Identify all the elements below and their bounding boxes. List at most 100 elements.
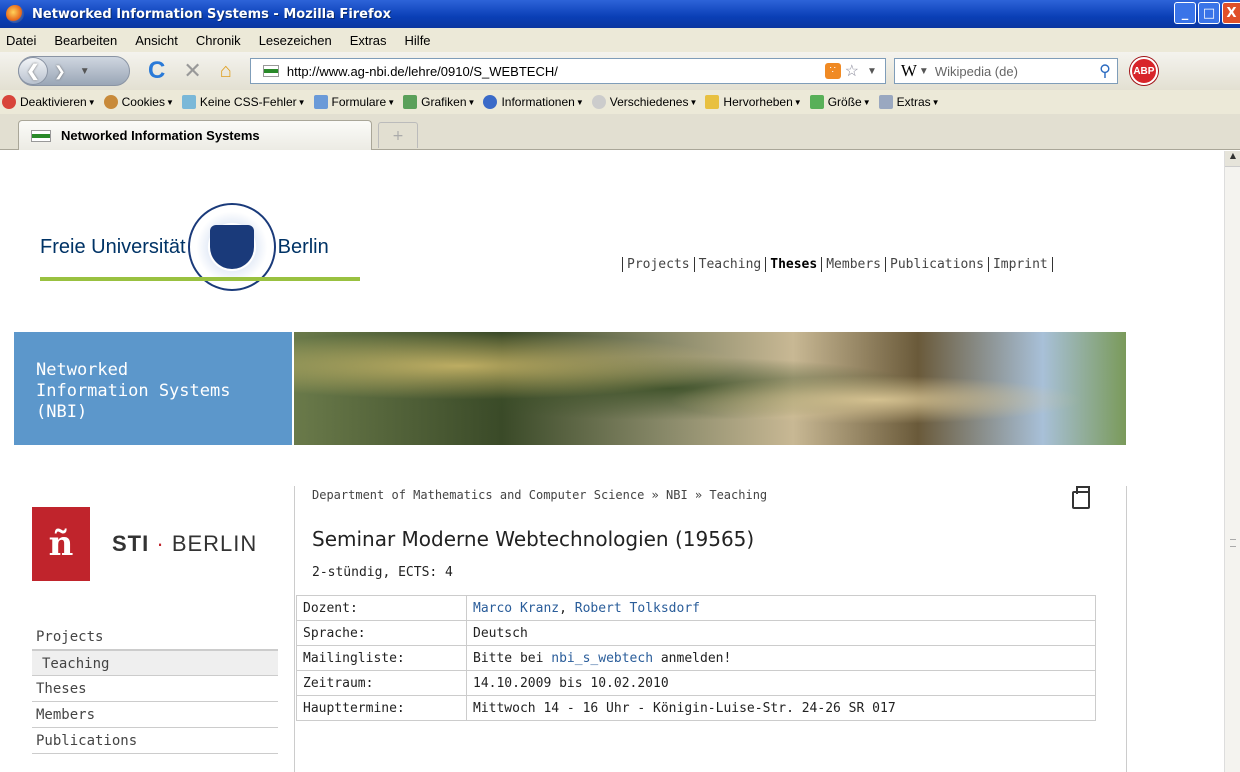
group-name-line-2: Information Systems <box>36 381 231 401</box>
tab-bar: Networked Information Systems + <box>0 114 1240 150</box>
menu-hilfe[interactable]: Hilfe <box>405 33 431 48</box>
search-box[interactable]: W ▼ Wikipedia (de) ⚲ <box>893 58 1118 84</box>
devbar-informationen[interactable]: Informationen ▼ <box>483 95 584 109</box>
url-input[interactable]: http://www.ag-nbi.de/lehre/0910/S_WEBTEC… <box>287 64 825 79</box>
close-button[interactable]: X <box>1222 2 1240 24</box>
css-icon <box>181 95 196 109</box>
row-key: Mailingliste: <box>296 645 467 671</box>
sidenav-item-projects[interactable]: Projects <box>32 624 278 650</box>
devbar-verschiedenes[interactable]: Verschiedenes ▼ <box>591 95 698 109</box>
minimize-button[interactable]: _ <box>1174 2 1196 24</box>
scroll-up-icon[interactable]: ▲ <box>1225 151 1240 167</box>
search-icon[interactable]: ⚲ <box>1099 61 1111 81</box>
back-forward-group: ❮ ❯ ▼ <box>18 56 130 86</box>
devbar-deaktivieren[interactable]: Deaktivieren ▼ <box>2 95 96 109</box>
devbar-cookies[interactable]: Cookies ▼ <box>103 95 174 109</box>
stop-icon[interactable]: ✕ <box>183 58 201 84</box>
menu-datei[interactable]: Datei <box>6 33 36 48</box>
scrollbar-grip[interactable] <box>1230 539 1236 547</box>
vertical-scrollbar[interactable]: ▲ <box>1224 151 1240 772</box>
sidenav-item-theses[interactable]: Theses <box>32 676 278 702</box>
mailinglist-link[interactable]: nbi_s_webtech <box>551 651 653 666</box>
search-engine-dropdown-icon[interactable]: ▼ <box>919 66 929 77</box>
site-favicon-icon <box>31 129 51 142</box>
menu-extras[interactable]: Extras <box>350 33 387 48</box>
table-row: Dozent: Marco Kranz, Robert Tolksdorf <box>296 595 1096 621</box>
table-row: Sprache: Deutsch <box>296 620 1096 646</box>
sti-logo-mark-icon: ñ <box>32 507 90 581</box>
devbar-grafiken[interactable]: Grafiken ▼ <box>403 95 475 109</box>
window-controls: _ □ X <box>1174 2 1240 24</box>
search-engine-icon[interactable]: W <box>901 61 917 81</box>
rss-feed-icon[interactable]: ∵ <box>824 63 841 79</box>
firefox-icon <box>6 5 24 23</box>
miscellaneous-icon <box>591 95 606 109</box>
chevron-down-icon: ▼ <box>689 97 698 107</box>
table-row: Mailingliste: Bitte bei nbi_s_webtech an… <box>296 645 1096 671</box>
devbar-formulare[interactable]: Formulare ▼ <box>313 95 396 109</box>
topnav-teaching[interactable]: Teaching <box>693 257 766 272</box>
topnav-imprint[interactable]: Imprint <box>987 257 1053 272</box>
tab-networked-information-systems[interactable]: Networked Information Systems <box>18 120 372 150</box>
bookmark-star-icon[interactable]: ☆ <box>845 61 859 81</box>
row-key: Zeitraum: <box>296 670 467 696</box>
highlight-pen-icon <box>705 95 720 109</box>
devbar-css[interactable]: Keine CSS-Fehler ▼ <box>181 95 306 109</box>
window-titlebar: Networked Information Systems - Mozilla … <box>0 0 1240 28</box>
chevron-down-icon: ▼ <box>87 97 96 107</box>
menu-ansicht[interactable]: Ansicht <box>135 33 178 48</box>
devbar-extras[interactable]: Extras ▼ <box>878 95 940 109</box>
row-key: Dozent: <box>296 595 467 621</box>
row-value: Bitte bei nbi_s_webtech anmelden! <box>466 645 1096 671</box>
cookies-icon <box>103 95 118 109</box>
topnav-projects[interactable]: Projects <box>622 257 694 272</box>
topnav-members[interactable]: Members <box>821 257 885 272</box>
information-icon <box>483 95 498 109</box>
row-value: Marco Kranz, Robert Tolksdorf <box>466 595 1096 621</box>
row-value: 14.10.2009 bis 10.02.2010 <box>466 670 1096 696</box>
breadcrumb[interactable]: Department of Mathematics and Computer S… <box>312 488 767 502</box>
lecturer-link[interactable]: Marco Kranz <box>473 601 559 616</box>
topnav-publications[interactable]: Publications <box>885 257 988 272</box>
forward-button[interactable]: ❯ <box>54 63 66 80</box>
home-icon[interactable]: ⌂ <box>220 60 232 83</box>
new-tab-button[interactable]: + <box>378 122 418 148</box>
devbar-hervorheben[interactable]: Hervorheben ▼ <box>705 95 802 109</box>
chevron-down-icon: ▼ <box>387 97 396 107</box>
content-divider-right <box>1126 486 1127 772</box>
print-icon[interactable] <box>1072 486 1090 509</box>
content-divider-left <box>294 486 295 772</box>
history-dropdown-icon[interactable]: ▼ <box>80 66 90 77</box>
sidenav-item-teaching[interactable]: Teaching <box>32 650 278 676</box>
chevron-down-icon: ▼ <box>467 97 476 107</box>
group-name-line-3: (NBI) <box>36 402 88 422</box>
menu-lesezeichen[interactable]: Lesezeichen <box>259 33 332 48</box>
lecturer-link[interactable]: Robert Tolksdorf <box>575 601 700 616</box>
logo-text-left: Freie Universität <box>40 235 186 258</box>
row-value: Deutsch <box>466 620 1096 646</box>
navigation-toolbar: ❮ ❯ ▼ C ✕ ⌂ http://www.ag-nbi.de/lehre/0… <box>0 52 1240 90</box>
adblock-plus-button[interactable]: ABP <box>1129 57 1158 85</box>
url-dropdown-icon[interactable]: ▼ <box>867 66 877 77</box>
maximize-button[interactable]: □ <box>1198 2 1220 24</box>
reload-icon[interactable]: C <box>148 57 165 85</box>
url-bar[interactable]: http://www.ag-nbi.de/lehre/0910/S_WEBTEC… <box>249 58 886 84</box>
web-page: Freie Universität Berlin Projects Teachi… <box>0 151 1224 772</box>
header-banner-image <box>294 332 1126 445</box>
back-button[interactable]: ❮ <box>18 57 48 85</box>
sti-berlin-logo[interactable]: ñ STI · BERLIN <box>32 507 257 581</box>
topnav-theses[interactable]: Theses <box>765 257 821 272</box>
forms-icon <box>313 95 328 109</box>
logo-underline <box>40 277 360 281</box>
menu-chronik[interactable]: Chronik <box>196 33 241 48</box>
top-navigation: Projects Teaching Theses Members Publica… <box>622 257 1053 272</box>
sidenav-item-publications[interactable]: Publications <box>32 728 278 754</box>
search-input[interactable]: Wikipedia (de) <box>935 64 1099 79</box>
chevron-down-icon: ▼ <box>165 97 174 107</box>
devbar-groesse[interactable]: Größe ▼ <box>809 95 871 109</box>
row-key: Haupttermine: <box>296 695 467 721</box>
menu-bearbeiten[interactable]: Bearbeiten <box>54 33 117 48</box>
menu-bar: Datei Bearbeiten Ansicht Chronik Lesezei… <box>0 28 1240 52</box>
sidenav-item-members[interactable]: Members <box>32 702 278 728</box>
sti-logo-text: STI · BERLIN <box>112 531 258 556</box>
